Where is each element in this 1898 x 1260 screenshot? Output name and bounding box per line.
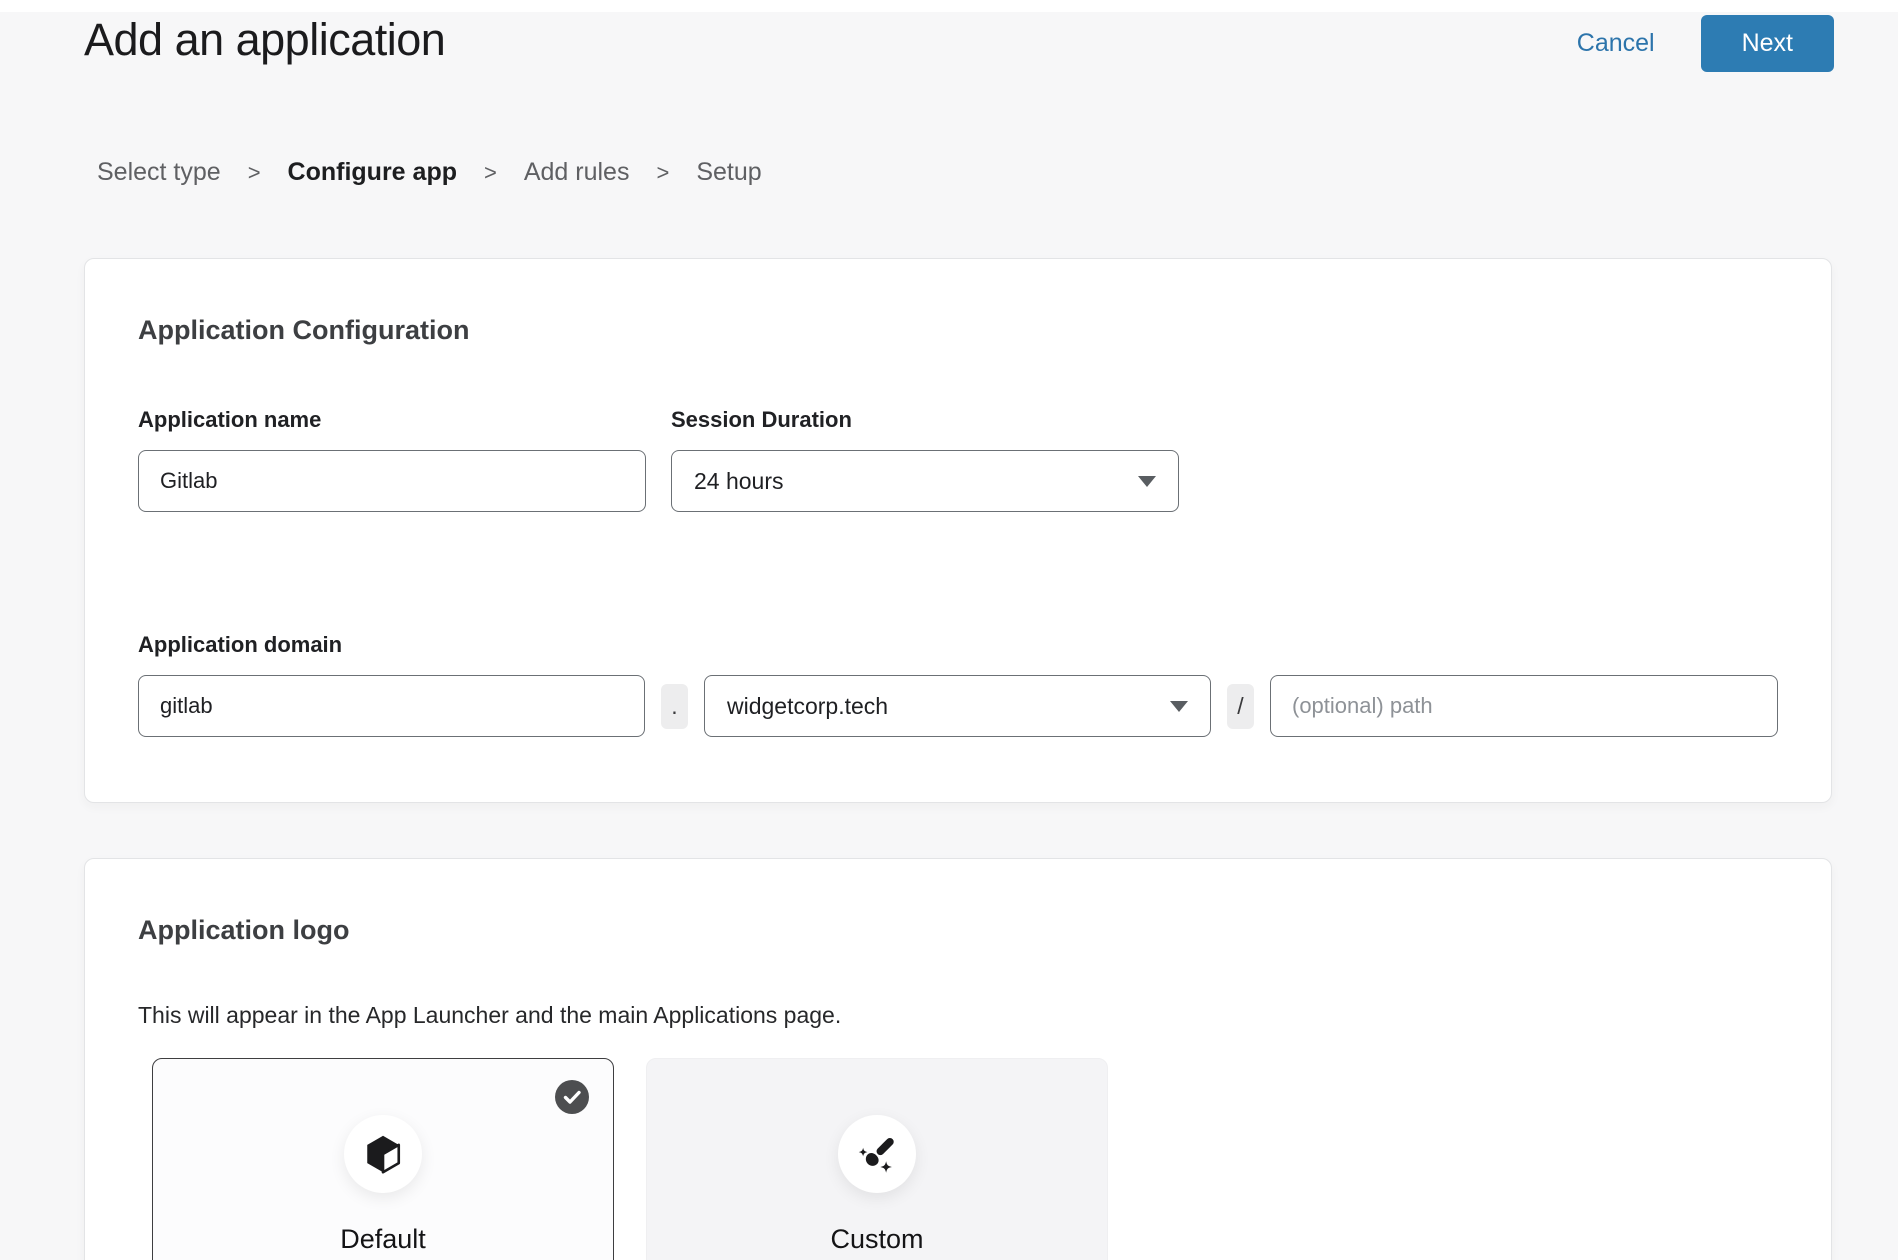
breadcrumb: Select type > Configure app > Add rules …: [97, 158, 762, 187]
application-name-label: Application name: [138, 407, 646, 433]
path-input[interactable]: [1270, 675, 1778, 737]
page-title: Add an application: [84, 10, 445, 70]
application-domain-row: . widgetcorp.tech /: [138, 675, 1778, 737]
logo-option-label: Default: [153, 1224, 613, 1255]
logo-card-title: Application logo: [138, 913, 1778, 947]
breadcrumb-step-select-type[interactable]: Select type: [97, 158, 221, 187]
logo-options: Default Custom: [152, 1058, 1778, 1260]
domain-select-value: widgetcorp.tech: [727, 693, 888, 720]
application-name-input[interactable]: [138, 450, 646, 512]
default-logo-circle: [344, 1115, 422, 1193]
session-duration-label: Session Duration: [671, 407, 1179, 433]
paintbrush-icon: [854, 1131, 900, 1177]
cube-icon: [362, 1133, 404, 1175]
session-duration-value: 24 hours: [694, 468, 784, 495]
name-duration-row: Application name Session Duration 24 hou…: [138, 407, 1778, 512]
logo-option-label: Custom: [647, 1224, 1107, 1255]
breadcrumb-step-setup[interactable]: Setup: [696, 158, 761, 187]
session-duration-select[interactable]: 24 hours: [671, 450, 1179, 512]
chevron-down-icon: [1138, 476, 1156, 487]
session-duration-field: Session Duration 24 hours: [671, 407, 1179, 512]
breadcrumb-separator: >: [484, 160, 497, 186]
breadcrumb-step-add-rules[interactable]: Add rules: [524, 158, 630, 187]
breadcrumb-separator: >: [656, 160, 669, 186]
dot-separator: .: [661, 684, 688, 729]
domain-select[interactable]: widgetcorp.tech: [704, 675, 1211, 737]
next-button[interactable]: Next: [1701, 15, 1834, 72]
config-card-title: Application Configuration: [138, 313, 1778, 347]
cancel-button[interactable]: Cancel: [1577, 29, 1655, 58]
header-actions: Cancel Next: [1577, 14, 1834, 72]
chevron-down-icon: [1170, 701, 1188, 712]
application-domain-label: Application domain: [138, 632, 1778, 658]
breadcrumb-separator: >: [248, 160, 261, 186]
logo-option-default[interactable]: Default: [152, 1058, 614, 1260]
application-name-field: Application name: [138, 407, 646, 512]
application-logo-card: Application logo This will appear in the…: [84, 858, 1832, 1260]
breadcrumb-step-configure-app[interactable]: Configure app: [288, 158, 457, 187]
application-configuration-card: Application Configuration Application na…: [84, 258, 1832, 803]
subdomain-input[interactable]: [138, 675, 645, 737]
custom-logo-circle: [838, 1115, 916, 1193]
slash-separator: /: [1227, 684, 1254, 729]
logo-option-custom[interactable]: Custom: [646, 1058, 1108, 1260]
check-badge-icon: [555, 1080, 589, 1114]
logo-card-description: This will appear in the App Launcher and…: [138, 1003, 1778, 1028]
